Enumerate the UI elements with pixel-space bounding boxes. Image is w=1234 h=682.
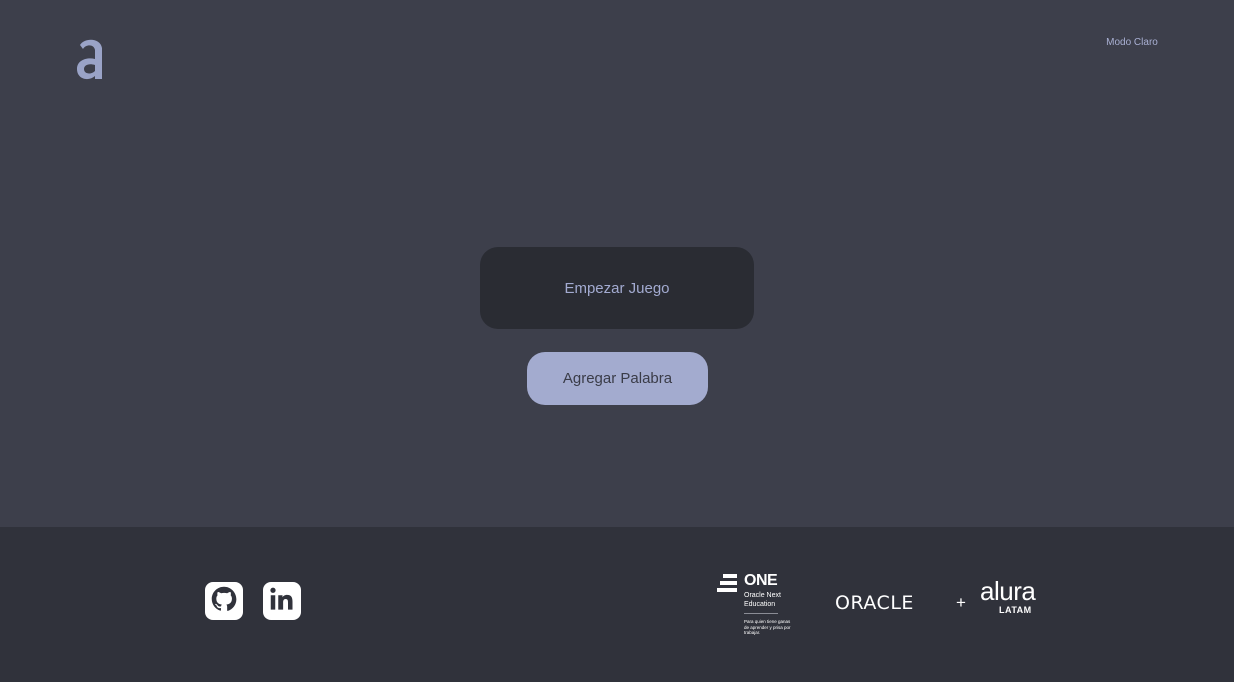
oracle-logo: ORACLE — [835, 592, 914, 614]
alura-logo-icon[interactable] — [75, 36, 107, 82]
linkedin-icon — [267, 584, 297, 619]
main-area: Modo Claro Empezar Juego Agregar Palabra — [0, 0, 1234, 527]
latam-label: LATAM — [999, 605, 1032, 615]
github-icon — [210, 585, 238, 618]
one-title: ONE — [744, 572, 778, 589]
add-word-button[interactable]: Agregar Palabra — [527, 352, 708, 405]
one-tagline: Para quien tiene ganas de aprender y pri… — [744, 619, 791, 635]
plus-sign: + — [956, 593, 966, 612]
oracle-next-education-logo: ONE Oracle Next Education Para quien tie… — [717, 572, 797, 642]
partners-logo: ORACLE + alura LATAM — [835, 577, 1045, 622]
start-game-button[interactable]: Empezar Juego — [480, 247, 754, 329]
footer: ONE Oracle Next Education Para quien tie… — [0, 527, 1234, 682]
one-divider — [744, 613, 778, 614]
github-link[interactable] — [205, 582, 243, 620]
one-stripes-icon — [717, 574, 737, 592]
linkedin-link[interactable] — [263, 582, 301, 620]
one-subtitle: Oracle Next Education — [744, 592, 781, 608]
alura-logo: alura — [980, 576, 1036, 606]
theme-toggle-button[interactable]: Modo Claro — [1100, 36, 1164, 50]
